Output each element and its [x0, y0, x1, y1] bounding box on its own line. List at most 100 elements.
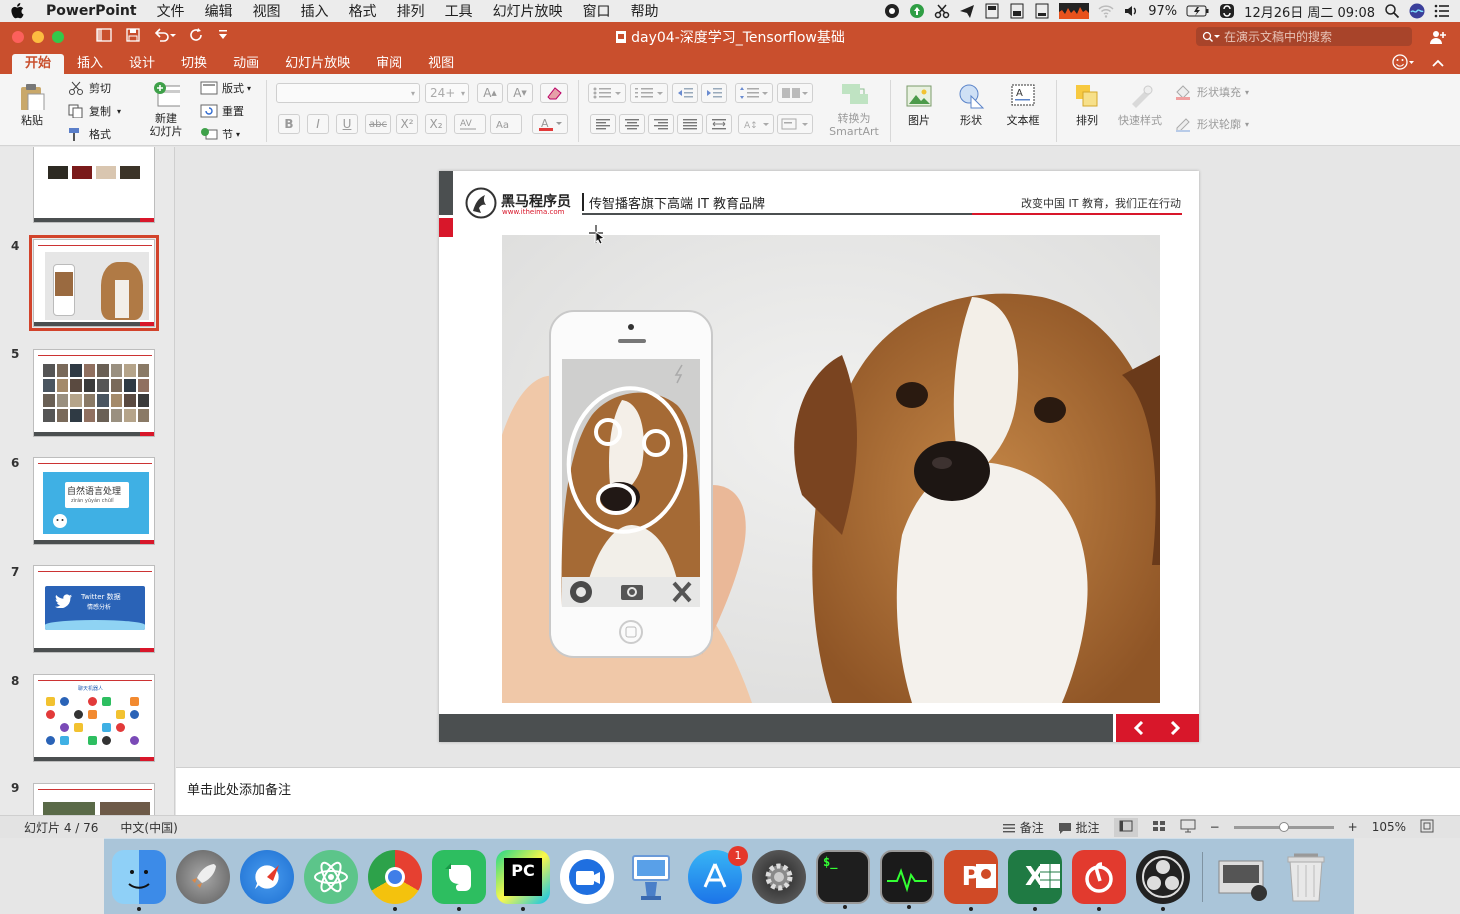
terminal-app-icon[interactable]: $_: [816, 849, 870, 909]
zoom-in-button[interactable]: +: [1348, 820, 1358, 834]
collapse-ribbon-icon[interactable]: [1432, 54, 1444, 74]
superscript-button[interactable]: X²: [396, 114, 418, 134]
numbering-button[interactable]: [630, 83, 668, 103]
menu-window[interactable]: 窗口: [583, 1, 611, 21]
copy-button[interactable]: 复制 ▾: [68, 103, 121, 119]
screenshots-stack-icon[interactable]: [1215, 850, 1269, 904]
tab-insert[interactable]: 插入: [64, 54, 116, 74]
slide-thumbnail-6[interactable]: 自然语言处理 zìrán yǔyán chǔlǐ: [33, 457, 155, 545]
menu-slideshow[interactable]: 幻灯片放映: [493, 1, 563, 21]
tab-transitions[interactable]: 切换: [168, 54, 220, 74]
align-right-button[interactable]: [648, 114, 674, 134]
feedback-smiley-icon[interactable]: [1392, 54, 1414, 74]
sidebar-toggle-icon[interactable]: [96, 28, 112, 46]
keynote-app-icon[interactable]: [624, 850, 678, 904]
arrange-button[interactable]: 排列: [1066, 82, 1108, 127]
customize-toolbar-icon[interactable]: [218, 29, 228, 45]
language-indicator[interactable]: 中文(中国): [120, 819, 177, 836]
menu-view[interactable]: 视图: [253, 1, 281, 21]
sync-status-icon[interactable]: [1219, 3, 1235, 19]
obs-app-icon[interactable]: [1136, 849, 1190, 911]
current-slide[interactable]: 黑马程序员 www.itheima.com 传智播客旗下高端 IT 教育品牌 改…: [439, 171, 1199, 742]
fit-to-window-button[interactable]: [1420, 819, 1434, 836]
memory-status-icon[interactable]: [1009, 3, 1025, 19]
prev-arrow-icon[interactable]: [1132, 721, 1146, 735]
increase-indent-button[interactable]: [701, 83, 727, 103]
chrome-app-icon[interactable]: [368, 849, 422, 911]
slide-thumbnail-3[interactable]: [33, 147, 155, 223]
siri-icon[interactable]: [1409, 3, 1425, 19]
trash-app-icon[interactable]: [1279, 850, 1333, 904]
slide-sorter-button[interactable]: [1152, 820, 1166, 835]
format-painter-button[interactable]: 格式: [68, 126, 111, 142]
grow-font-button[interactable]: A ▲: [477, 83, 503, 103]
pycharm-app-icon[interactable]: PC: [496, 849, 550, 911]
finder-app-icon[interactable]: [112, 849, 166, 911]
slide-thumbnail-7[interactable]: Twitter 数据 情感分析: [33, 565, 155, 653]
menu-arrange[interactable]: 排列: [397, 1, 425, 21]
paste-button[interactable]: 粘贴: [10, 82, 54, 127]
undo-icon[interactable]: [154, 28, 176, 46]
menu-help[interactable]: 帮助: [631, 1, 659, 21]
menu-tools[interactable]: 工具: [445, 1, 473, 21]
spotlight-icon[interactable]: [1384, 3, 1400, 19]
excel-app-icon[interactable]: X: [1008, 849, 1062, 911]
system-preferences-app-icon[interactable]: [752, 849, 806, 904]
normal-view-button[interactable]: [1113, 817, 1138, 837]
tab-view[interactable]: 视图: [415, 54, 467, 74]
slideshow-view-button[interactable]: [1180, 819, 1196, 836]
new-slide-button[interactable]: 新建 幻灯片: [143, 80, 189, 138]
justify-button[interactable]: [677, 114, 703, 134]
notes-toggle-button[interactable]: 备注: [1002, 819, 1044, 836]
decrease-indent-button[interactable]: [672, 83, 698, 103]
strikethrough-button[interactable]: abc: [365, 114, 391, 134]
atom-app-icon[interactable]: [304, 849, 358, 904]
minimize-window-button[interactable]: [32, 31, 44, 43]
quick-styles-button[interactable]: 快速样式: [1114, 82, 1166, 127]
activity-monitor-app-icon[interactable]: [880, 849, 934, 909]
tab-home[interactable]: 开始: [12, 54, 65, 74]
distributed-align-button[interactable]: [706, 114, 732, 134]
insert-textbox-button[interactable]: A 文本框: [1000, 82, 1046, 127]
tab-review[interactable]: 审阅: [363, 54, 415, 74]
save-icon[interactable]: [126, 28, 140, 46]
font-name-select[interactable]: ▾: [276, 83, 420, 103]
slide-thumbnail-9[interactable]: [33, 783, 155, 815]
bold-button[interactable]: B: [278, 114, 300, 134]
align-left-button[interactable]: [590, 114, 616, 134]
change-case-button[interactable]: Aa: [490, 114, 522, 134]
volume-icon[interactable]: [1123, 3, 1139, 19]
bullets-button[interactable]: [588, 83, 626, 103]
text-direction-button[interactable]: A↕: [738, 114, 774, 134]
zoom-slider[interactable]: [1233, 821, 1334, 832]
align-text-button[interactable]: [777, 114, 813, 134]
screenflow-app-icon[interactable]: [560, 849, 614, 904]
slide-thumbnail-8[interactable]: 聊天机器人: [33, 674, 155, 762]
reset-button[interactable]: 重置: [200, 103, 244, 119]
next-arrow-icon[interactable]: [1168, 721, 1182, 735]
redo-icon[interactable]: [190, 28, 204, 46]
tab-animations[interactable]: 动画: [220, 54, 272, 74]
italic-button[interactable]: I: [307, 114, 329, 134]
slide-canvas[interactable]: 黑马程序员 www.itheima.com 传智播客旗下高端 IT 教育品牌 改…: [176, 147, 1460, 767]
evernote-app-icon[interactable]: [432, 849, 486, 911]
wifi-icon[interactable]: [1098, 3, 1114, 19]
comments-toggle-button[interactable]: 批注: [1058, 819, 1100, 836]
tab-design[interactable]: 设计: [116, 54, 168, 74]
convert-smartart-button[interactable]: 转换为 SmartArt: [826, 80, 882, 138]
scissors-status-icon[interactable]: [934, 3, 950, 19]
share-user-icon[interactable]: [1430, 29, 1446, 45]
dog-face-detection-image[interactable]: [502, 235, 1160, 703]
align-center-button[interactable]: [619, 114, 645, 134]
insert-picture-button[interactable]: 图片: [896, 82, 942, 127]
menu-insert[interactable]: 插入: [301, 1, 329, 21]
font-size-select[interactable]: 24+ ▾: [425, 83, 469, 103]
notes-pane[interactable]: 单击此处添加备注: [176, 767, 1460, 815]
zoom-slider-thumb[interactable]: [1278, 821, 1289, 832]
powerpoint-app-icon[interactable]: P: [944, 849, 998, 911]
upload-status-icon[interactable]: [909, 3, 925, 19]
clock[interactable]: 12月26日 周二 09:08: [1244, 2, 1375, 21]
zoom-window-button[interactable]: [52, 31, 64, 43]
character-spacing-button[interactable]: AV: [454, 114, 486, 134]
clear-formatting-button[interactable]: [540, 83, 568, 103]
